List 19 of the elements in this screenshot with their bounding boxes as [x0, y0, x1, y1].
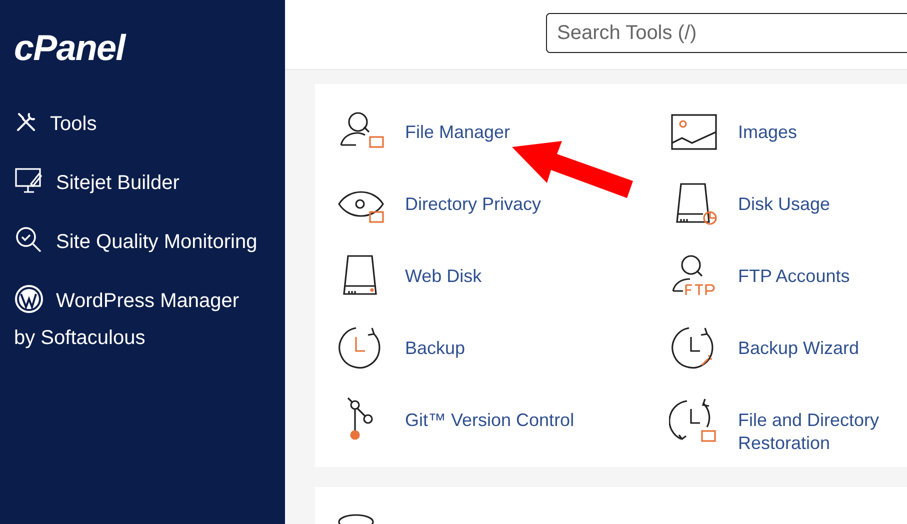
tool-link[interactable]: Web Disk — [336, 251, 669, 323]
search-field[interactable]: Search Tools (/) — [546, 13, 907, 53]
wordpress-logo-icon — [14, 284, 44, 314]
sidebar-item[interactable]: Site Quality Monitoring — [14, 224, 264, 261]
sidebar-item[interactable]: Sitejet Builder — [14, 165, 264, 202]
tool-link[interactable]: File Manager — [336, 107, 669, 179]
tool-link[interactable]: Backup Wizard — [669, 323, 907, 395]
tool-link[interactable]: FTP Accounts — [669, 251, 907, 323]
tool-link[interactable]: File and Directory Restoration — [669, 395, 907, 467]
cpanel-logo[interactable]: cPanel — [14, 30, 271, 66]
tool-link[interactable]: Git™ Version Control — [336, 395, 669, 467]
sidebar-item[interactable]: WordPress Manager by Softaculous — [14, 283, 264, 357]
tool-link[interactable]: Directory Privacy — [336, 179, 669, 251]
magnifier-check-icon — [14, 224, 44, 255]
tool-link[interactable]: Disk Usage — [669, 179, 907, 251]
monitor-pen-icon — [14, 166, 44, 196]
tool-link[interactable]: Images — [669, 107, 907, 179]
tool-link[interactable]: Backup — [336, 323, 669, 395]
sidebar-item[interactable]: Tools — [14, 106, 264, 143]
